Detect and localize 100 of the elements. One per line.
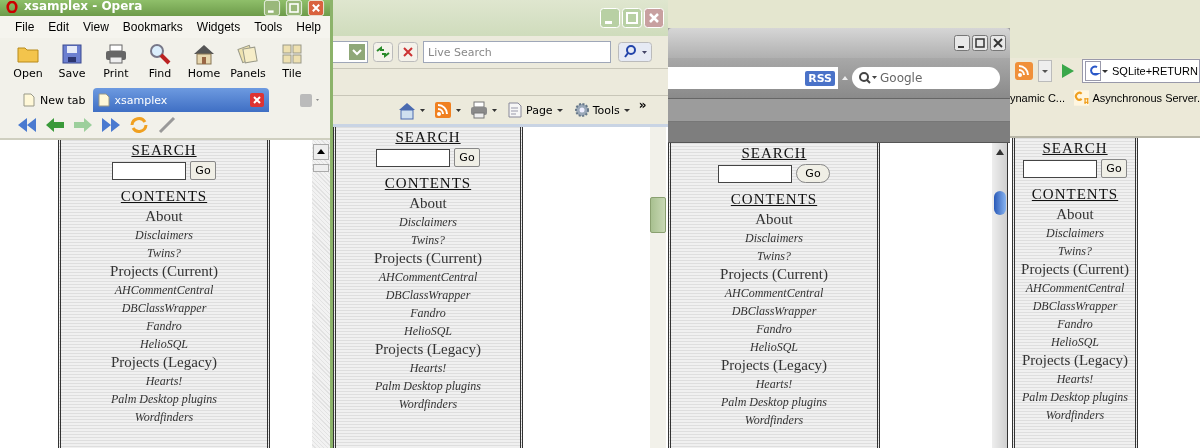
page-link[interactable]: Fandro (756, 320, 792, 338)
search-engine-icon[interactable] (1085, 61, 1109, 81)
page-link[interactable]: Palm Desktop plugins (111, 390, 217, 408)
section-link[interactable]: Projects (Legacy) (374, 340, 482, 359)
menu-item[interactable]: Edit (41, 20, 77, 34)
toolbar-button[interactable]: Find (140, 42, 180, 80)
section-link[interactable]: About (755, 210, 793, 229)
menu-item[interactable]: View (76, 20, 116, 34)
page-link[interactable]: DBClassWrapper (1032, 297, 1118, 315)
page-link[interactable]: DBClassWrapper (385, 286, 471, 304)
printer-icon[interactable] (469, 100, 499, 120)
dropdown-icon[interactable] (1038, 60, 1052, 82)
rewind-icon[interactable] (16, 116, 38, 134)
section-link[interactable]: Projects (Legacy) (110, 353, 218, 372)
page-link[interactable]: AHCommentCentral (378, 268, 478, 286)
close-icon[interactable] (249, 93, 264, 107)
overflow-chevron[interactable]: » (638, 98, 647, 112)
scrollbar[interactable] (312, 140, 330, 448)
home-icon[interactable] (397, 100, 427, 120)
maximize-icon[interactable] (972, 35, 988, 51)
page-link[interactable]: Hearts! (145, 372, 183, 390)
page-link[interactable]: DBClassWrapper (731, 302, 817, 320)
scroll-up-icon[interactable] (313, 144, 329, 160)
back-arrow-icon[interactable] (44, 116, 66, 134)
page-link[interactable]: Wordfinders (1045, 406, 1105, 424)
toolbar-button[interactable]: Tile (272, 42, 312, 80)
page-link[interactable]: Twins? (757, 247, 791, 265)
rss-feed-icon[interactable] (1014, 61, 1034, 81)
page-link[interactable]: Fandro (410, 304, 446, 322)
scroll-thumb[interactable] (313, 164, 329, 172)
search-field[interactable]: SQLite+RETURN (1082, 59, 1200, 83)
close-icon[interactable] (990, 35, 1006, 51)
menu-item[interactable]: Tools (247, 20, 290, 34)
section-link[interactable]: Projects (Current) (374, 249, 482, 268)
section-link[interactable]: About (409, 194, 447, 213)
search-field[interactable]: Live Search (423, 41, 611, 63)
page-link[interactable]: Fandro (1057, 315, 1093, 333)
page-link[interactable]: Disclaimers (1046, 224, 1104, 242)
page-link[interactable]: Hearts! (1056, 370, 1094, 388)
search-icon[interactable] (618, 42, 652, 62)
search-field[interactable]: Google (852, 67, 1000, 89)
reload-icon[interactable] (128, 116, 150, 134)
toolbar-button[interactable]: Print (96, 42, 136, 80)
menu-item[interactable]: Help (289, 20, 328, 34)
section-link[interactable]: Projects (Current) (110, 262, 218, 281)
page-link[interactable]: Twins? (1058, 242, 1092, 260)
page-link[interactable]: HelioSQL (1051, 333, 1099, 351)
tab[interactable]: New tab (18, 88, 91, 112)
command-menu[interactable]: Tools (571, 102, 633, 118)
menu-item[interactable]: Bookmarks (115, 20, 190, 34)
page-link[interactable]: HelioSQL (750, 338, 798, 356)
pencil-icon[interactable] (156, 116, 178, 134)
go-button[interactable]: Go (796, 164, 830, 183)
section-link[interactable]: Projects (Legacy) (720, 356, 828, 375)
section-link[interactable]: Projects (Legacy) (1021, 351, 1129, 370)
search-field[interactable] (376, 148, 451, 167)
search-field[interactable] (112, 161, 187, 180)
page-link[interactable]: Disclaimers (745, 229, 803, 247)
search-field[interactable] (1023, 159, 1098, 178)
menu-item[interactable]: Widgets (189, 20, 248, 34)
menu-item[interactable]: File (8, 20, 42, 34)
command-menu[interactable]: Page (505, 102, 566, 118)
page-link[interactable]: DBClassWrapper (121, 299, 207, 317)
page-link[interactable]: Disclaimers (399, 213, 457, 231)
search-icon[interactable] (858, 71, 878, 85)
page-link[interactable]: HelioSQL (404, 322, 452, 340)
section-link[interactable]: Projects (Current) (720, 265, 828, 284)
page-link[interactable]: Palm Desktop plugins (375, 377, 481, 395)
page-link[interactable]: Wordfinders (744, 411, 804, 429)
search-field[interactable] (718, 164, 793, 183)
toolbar-button[interactable]: Save (52, 42, 92, 80)
bookmark-item[interactable]: Asynchronous Server. (1092, 92, 1200, 104)
toolbar-button[interactable]: Panels (228, 42, 268, 80)
rss-feed-icon[interactable] (433, 100, 463, 120)
tab[interactable]: xsamplex (92, 88, 269, 112)
page-link[interactable]: AHCommentCentral (1025, 279, 1125, 297)
scrollbar[interactable] (992, 143, 1008, 448)
toolbar-button[interactable]: Open (8, 42, 48, 80)
scroll-thumb[interactable] (993, 191, 1006, 215)
page-link[interactable]: Twins? (411, 231, 445, 249)
section-link[interactable]: Projects (Current) (1021, 260, 1129, 279)
dropdown-icon[interactable] (349, 44, 365, 60)
page-link[interactable]: Wordfinders (398, 395, 458, 413)
page-link[interactable]: Fandro (146, 317, 182, 335)
page-link[interactable]: Hearts! (755, 375, 793, 393)
stop-icon[interactable] (398, 42, 418, 62)
go-button[interactable]: Go (190, 161, 216, 180)
bookmark-item[interactable]: ynamic C... (1010, 92, 1065, 104)
page-link[interactable]: Twins? (147, 244, 181, 262)
rss-badge[interactable]: RSS (805, 70, 835, 86)
address-field[interactable] (333, 41, 368, 63)
page-link[interactable]: HelioSQL (140, 335, 188, 353)
page-link[interactable]: Wordfinders (134, 408, 194, 426)
go-button[interactable]: Go (1101, 159, 1127, 178)
section-link[interactable]: About (145, 207, 183, 226)
minimize-icon[interactable] (954, 35, 970, 51)
scroll-up-icon[interactable] (994, 147, 1005, 157)
page-link[interactable]: Palm Desktop plugins (721, 393, 827, 411)
section-link[interactable]: About (1056, 205, 1094, 224)
page-link[interactable]: AHCommentCentral (724, 284, 824, 302)
